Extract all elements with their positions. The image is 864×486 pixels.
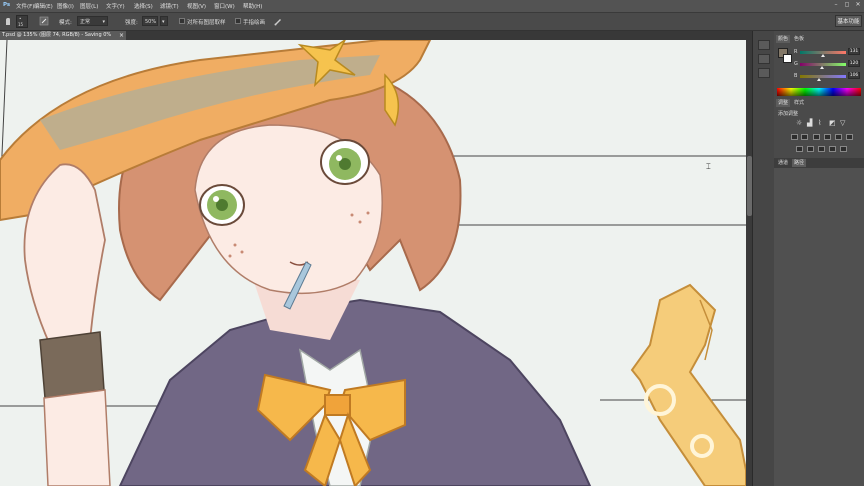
menu-window[interactable]: 窗口(W) bbox=[214, 2, 235, 10]
chevron-down-icon: ▾ bbox=[162, 19, 165, 25]
curves-icon[interactable]: ⌇ bbox=[818, 119, 821, 127]
blue-value-input[interactable]: 106 bbox=[848, 72, 860, 79]
finger-painting-checkbox[interactable] bbox=[235, 18, 241, 24]
tab-adjustments[interactable]: 调整 bbox=[776, 99, 791, 107]
strength-value: 50% bbox=[145, 19, 157, 25]
strength-label: 强度: bbox=[125, 20, 138, 26]
cursor-icon: ⌶ bbox=[706, 162, 711, 171]
color-balance-icon[interactable] bbox=[813, 134, 820, 140]
right-panels: 颜色 色板 R 131 G 120 B 106 调整 样式 添加调整 ☼ ▟ ⌇… bbox=[774, 31, 864, 486]
collapsed-panel-strip bbox=[752, 31, 775, 486]
history-panel-icon[interactable] bbox=[758, 40, 770, 50]
menu-image[interactable]: 图像(I) bbox=[57, 2, 74, 10]
smudge-tool-icon[interactable] bbox=[3, 16, 13, 27]
close-icon[interactable]: ✕ bbox=[854, 1, 862, 9]
tab-color[interactable]: 颜色 bbox=[776, 35, 791, 43]
hand bbox=[23, 163, 111, 486]
photo-filter-icon[interactable] bbox=[835, 134, 842, 140]
channels-paths-tabbar: 通道 路径 bbox=[774, 158, 864, 168]
add-adjustment-title: 添加调整 bbox=[778, 111, 799, 117]
vibrance-icon[interactable] bbox=[791, 134, 798, 140]
brush-presets-panel-icon[interactable] bbox=[758, 54, 770, 64]
pressure-icon[interactable] bbox=[273, 16, 283, 26]
document-tab-close-icon[interactable]: × bbox=[119, 31, 124, 40]
workspace-switcher-button[interactable]: 基本功能 bbox=[835, 15, 862, 27]
color-lookup-icon[interactable] bbox=[840, 146, 847, 152]
menu-file[interactable]: 文件(F) bbox=[16, 2, 34, 10]
menu-layer[interactable]: 图层(L) bbox=[80, 2, 98, 10]
blue-slider[interactable] bbox=[800, 75, 846, 81]
restore-icon[interactable]: ◻ bbox=[843, 1, 851, 9]
brush-size-value: 15 bbox=[18, 22, 24, 27]
wooden-prop bbox=[630, 283, 746, 486]
menu-filter[interactable]: 滤镜(T) bbox=[160, 2, 179, 10]
document-tab[interactable]: T.psd @ 135% (图层 74, RGB/8) - Saving 0% bbox=[0, 31, 126, 40]
green-value-input[interactable]: 120 bbox=[848, 60, 860, 67]
mode-select[interactable]: 正常 ▾ bbox=[77, 16, 108, 26]
gradient-map-icon[interactable]: ▽ bbox=[840, 119, 845, 127]
green-label: G bbox=[794, 61, 798, 67]
options-bar: • 15 模式: 正常 ▾ 强度: 50% ▾ 对所有图层取样 手指绘画 基本功… bbox=[0, 13, 864, 31]
finger-painting-label: 手指绘画 bbox=[243, 20, 266, 26]
tab-paths[interactable]: 路径 bbox=[792, 159, 807, 167]
blue-label: B bbox=[794, 73, 798, 79]
tab-swatches[interactable]: 色板 bbox=[792, 35, 806, 43]
tab-styles[interactable]: 样式 bbox=[792, 99, 806, 107]
green-slider[interactable] bbox=[800, 63, 846, 69]
brush-preset-picker[interactable]: • 15 bbox=[16, 15, 28, 28]
red-slider[interactable] bbox=[800, 51, 846, 57]
chevron-down-icon: ▾ bbox=[102, 19, 105, 25]
brightness-icon[interactable]: ☼ bbox=[796, 119, 802, 127]
black-white-icon[interactable] bbox=[824, 134, 831, 140]
minimize-icon[interactable]: – bbox=[832, 1, 840, 9]
paths-panel-body bbox=[774, 168, 864, 486]
menu-view[interactable]: 视图(V) bbox=[187, 2, 206, 10]
mode-value: 正常 bbox=[80, 19, 91, 25]
artwork bbox=[0, 40, 746, 486]
strength-input[interactable]: 50% bbox=[142, 16, 158, 26]
levels-icon[interactable]: ▟ bbox=[807, 119, 812, 127]
document-canvas[interactable]: ⌶ bbox=[0, 40, 746, 486]
color-spectrum-bar[interactable] bbox=[777, 88, 861, 96]
red-label: R bbox=[794, 49, 798, 55]
selective-color-icon[interactable] bbox=[829, 146, 836, 152]
document-tab-title: T.psd @ 135% (图层 74, RGB/8) - Saving 0% bbox=[2, 32, 112, 38]
channel-mixer-icon[interactable] bbox=[846, 134, 853, 140]
menu-type[interactable]: 文字(Y) bbox=[106, 2, 125, 10]
tab-channels[interactable]: 通道 bbox=[776, 159, 790, 167]
threshold-icon[interactable] bbox=[818, 146, 825, 152]
menu-select[interactable]: 选择(S) bbox=[134, 2, 153, 10]
menu-help[interactable]: 帮助(H) bbox=[243, 2, 262, 10]
exposure-icon[interactable]: ◩ bbox=[829, 119, 836, 127]
menu-edit[interactable]: 编辑(E) bbox=[34, 2, 53, 10]
invert-icon[interactable] bbox=[796, 146, 803, 152]
sample-all-layers-checkbox[interactable] bbox=[179, 18, 185, 24]
tool-presets-panel-icon[interactable] bbox=[758, 68, 770, 78]
brush-panel-icon[interactable] bbox=[39, 16, 49, 26]
sample-all-layers-label: 对所有图层取样 bbox=[187, 20, 226, 26]
app-logo: Ps bbox=[3, 2, 11, 8]
mode-label: 模式: bbox=[59, 20, 72, 26]
background-color-swatch[interactable] bbox=[783, 54, 792, 63]
strength-dropdown[interactable]: ▾ bbox=[160, 16, 168, 26]
hue-saturation-icon[interactable] bbox=[801, 134, 808, 140]
document-tab-bar: T.psd @ 135% (图层 74, RGB/8) - Saving 0% … bbox=[0, 31, 752, 40]
posterize-icon[interactable] bbox=[807, 146, 814, 152]
menu-bar: Ps 文件(F) 编辑(E) 图像(I) 图层(L) 文字(Y) 选择(S) 滤… bbox=[0, 0, 864, 13]
red-value-input[interactable]: 131 bbox=[848, 48, 860, 55]
